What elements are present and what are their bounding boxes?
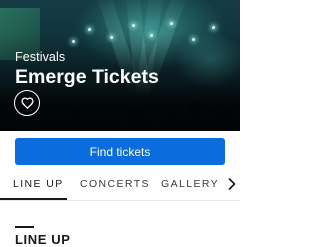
tabs-scroll-right-button[interactable] <box>224 175 240 193</box>
tab-concerts[interactable]: CONCERTS <box>80 178 150 190</box>
favorite-button[interactable] <box>14 90 40 116</box>
section-title-accent <box>15 226 34 228</box>
tab-bar: LINE UP CONCERTS GALLERY <box>0 170 240 201</box>
find-tickets-button[interactable]: Find tickets <box>15 138 225 165</box>
tab-line-up[interactable]: LINE UP <box>13 178 64 190</box>
heart-outline-icon <box>20 97 34 109</box>
category-label[interactable]: Festivals <box>15 50 65 64</box>
chevron-right-icon <box>228 178 236 190</box>
page-title: Emerge Tickets <box>15 66 159 88</box>
tab-gallery[interactable]: GALLERY <box>161 178 219 190</box>
active-tab-indicator <box>0 198 67 200</box>
